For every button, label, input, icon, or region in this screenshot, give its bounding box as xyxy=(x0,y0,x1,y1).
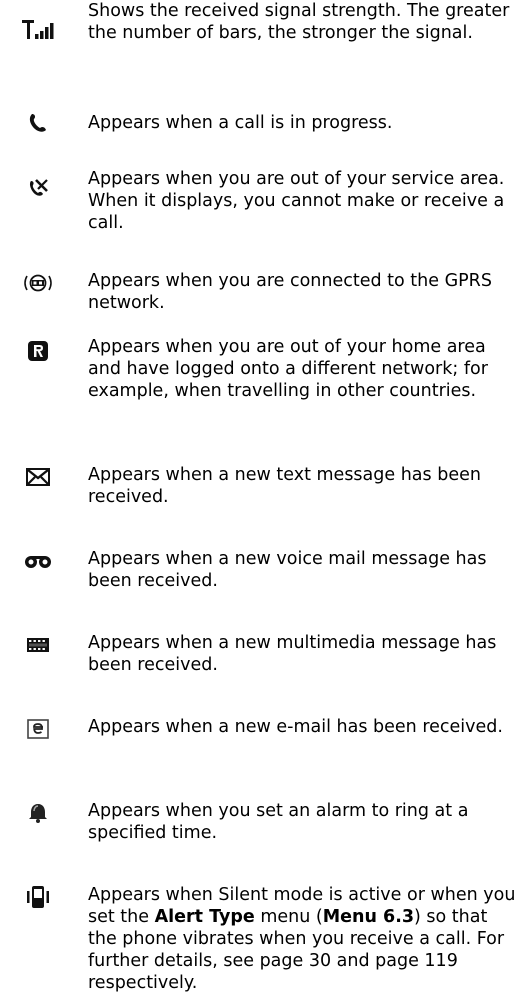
no-service-icon xyxy=(18,172,58,206)
entry-description: Appears when a new e-mail has been recei… xyxy=(88,717,503,737)
entry-description: Appears when a new text message has been… xyxy=(88,465,481,507)
alert-type-label: Alert Type xyxy=(154,907,255,927)
text-message-icon xyxy=(18,460,58,494)
entry-description: Appears when a call is in progress. xyxy=(88,113,393,133)
multimedia-message-icon xyxy=(18,628,58,662)
menu-number-label: Menu 6.3 xyxy=(322,907,415,927)
entry-description: Appears when a new multimedia message ha… xyxy=(88,633,497,675)
entry-description: Appears when you are out of your service… xyxy=(88,169,505,233)
icon-description-page: Shows the received signal strength. The … xyxy=(0,0,522,993)
call-in-progress-icon xyxy=(18,106,58,140)
roaming-icon xyxy=(18,334,58,368)
entry-description: Shows the received signal strength. The … xyxy=(88,1,510,43)
alarm-icon xyxy=(18,796,58,830)
signal-strength-icon xyxy=(18,12,58,46)
entry-description: Appears when you set an alarm to ring at… xyxy=(88,801,469,843)
silent-mode-icon xyxy=(18,880,58,914)
entry-description: Appears when you are connected to the GP… xyxy=(88,271,492,313)
entry-description: Appears when a new voice mail message ha… xyxy=(88,549,487,591)
entry-description: Appears when you are out of your home ar… xyxy=(88,337,488,401)
email-icon xyxy=(18,712,58,746)
voice-mail-icon xyxy=(18,544,58,578)
gprs-icon xyxy=(18,266,58,300)
